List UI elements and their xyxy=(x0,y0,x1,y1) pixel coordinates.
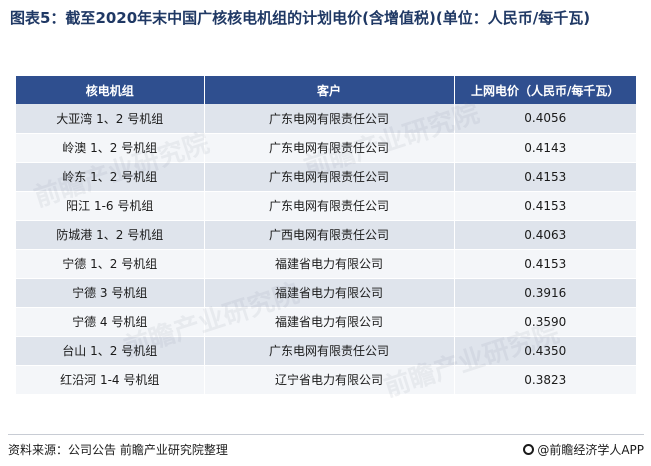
cell-customer: 广东电网有限责任公司 xyxy=(204,336,455,366)
report-page: 图表5：截至2020年末中国广核核电机组的计划电价(含增值税)(单位：人民币/每… xyxy=(0,0,651,466)
cell-customer: 福建省电力有限公司 xyxy=(204,307,455,337)
table-body: 大亚湾 1、2 号机组 广东电网有限责任公司 0.4056 岭澳 1、2 号机组 广东电… xyxy=(16,104,636,395)
cell-tariff: 0.4153 xyxy=(454,249,636,279)
cell-unit: 岭澳 1、2 号机组 xyxy=(16,133,205,163)
cell-tariff: 0.4063 xyxy=(454,220,636,250)
tariff-table: 核电机组 客户 上网电价（人民币/每千瓦） 大亚湾 1、2 号机组 广东电网有限责… xyxy=(16,76,636,395)
cell-customer: 福建省电力有限公司 xyxy=(204,249,455,279)
cell-unit: 阳江 1-6 号机组 xyxy=(16,191,205,221)
table-row: 防城港 1、2 号机组 广西电网有限责任公司 0.4063 xyxy=(16,220,636,250)
table-row: 台山 1、2 号机组 广东电网有限责任公司 0.4350 xyxy=(16,336,636,366)
cell-tariff: 0.4056 xyxy=(454,104,636,134)
cell-unit: 红沿河 1-4 号机组 xyxy=(16,365,205,395)
cell-tariff: 0.3590 xyxy=(454,307,636,337)
table-row: 红沿河 1-4 号机组 辽宁省电力有限公司 0.3823 xyxy=(16,365,636,395)
header-customer: 客户 xyxy=(204,76,455,104)
cell-unit: 大亚湾 1、2 号机组 xyxy=(16,104,205,134)
header-tariff: 上网电价（人民币/每千瓦） xyxy=(454,76,636,104)
table-row: 岭东 1、2 号机组 广东电网有限责任公司 0.4153 xyxy=(16,162,636,192)
cell-unit: 宁德 1、2 号机组 xyxy=(16,249,205,279)
cell-tariff: 0.4153 xyxy=(454,191,636,221)
qianzhan-logo-icon xyxy=(523,444,535,455)
chart-title: 图表5：截至2020年末中国广核核电机组的计划电价(含增值税)(单位：人民币/每… xyxy=(10,9,591,27)
cell-customer: 广西电网有限责任公司 xyxy=(204,220,455,250)
cell-tariff: 0.4153 xyxy=(454,162,636,192)
footer-divider xyxy=(8,434,644,435)
cell-customer: 辽宁省电力有限公司 xyxy=(204,365,455,395)
cell-unit: 台山 1、2 号机组 xyxy=(16,336,205,366)
table-row: 宁德 3 号机组 福建省电力有限公司 0.3916 xyxy=(16,278,636,308)
table-row: 大亚湾 1、2 号机组 广东电网有限责任公司 0.4056 xyxy=(16,104,636,134)
cell-unit: 岭东 1、2 号机组 xyxy=(16,162,205,192)
cell-tariff: 0.4350 xyxy=(454,336,636,366)
table-header-row: 核电机组 客户 上网电价（人民币/每千瓦） xyxy=(16,76,636,104)
brand-credit: @前瞻经济学人APP xyxy=(523,441,644,458)
cell-unit: 防城港 1、2 号机组 xyxy=(16,220,205,250)
table-row: 宁德 1、2 号机组 福建省电力有限公司 0.4153 xyxy=(16,249,636,279)
table-row: 岭澳 1、2 号机组 广东电网有限责任公司 0.4143 xyxy=(16,133,636,163)
cell-customer: 广东电网有限责任公司 xyxy=(204,133,455,163)
table-row: 阳江 1-6 号机组 广东电网有限责任公司 0.4153 xyxy=(16,191,636,221)
table-row: 宁德 4 号机组 福建省电力有限公司 0.3590 xyxy=(16,307,636,337)
cell-tariff: 0.4143 xyxy=(454,133,636,163)
cell-customer: 广东电网有限责任公司 xyxy=(204,191,455,221)
cell-customer: 广东电网有限责任公司 xyxy=(204,162,455,192)
brand-label: @前瞻经济学人APP xyxy=(537,443,644,457)
cell-tariff: 0.3916 xyxy=(454,278,636,308)
source-note: 资料来源：公司公告 前瞻产业研究院整理 xyxy=(8,443,228,457)
tariff-table-wrapper: 核电机组 客户 上网电价（人民币/每千瓦） 大亚湾 1、2 号机组 广东电网有限责… xyxy=(16,76,636,395)
cell-unit: 宁德 4 号机组 xyxy=(16,307,205,337)
cell-customer: 广东电网有限责任公司 xyxy=(204,104,455,134)
cell-tariff: 0.3823 xyxy=(454,365,636,395)
cell-customer: 福建省电力有限公司 xyxy=(204,278,455,308)
cell-unit: 宁德 3 号机组 xyxy=(16,278,205,308)
header-unit: 核电机组 xyxy=(16,76,205,104)
